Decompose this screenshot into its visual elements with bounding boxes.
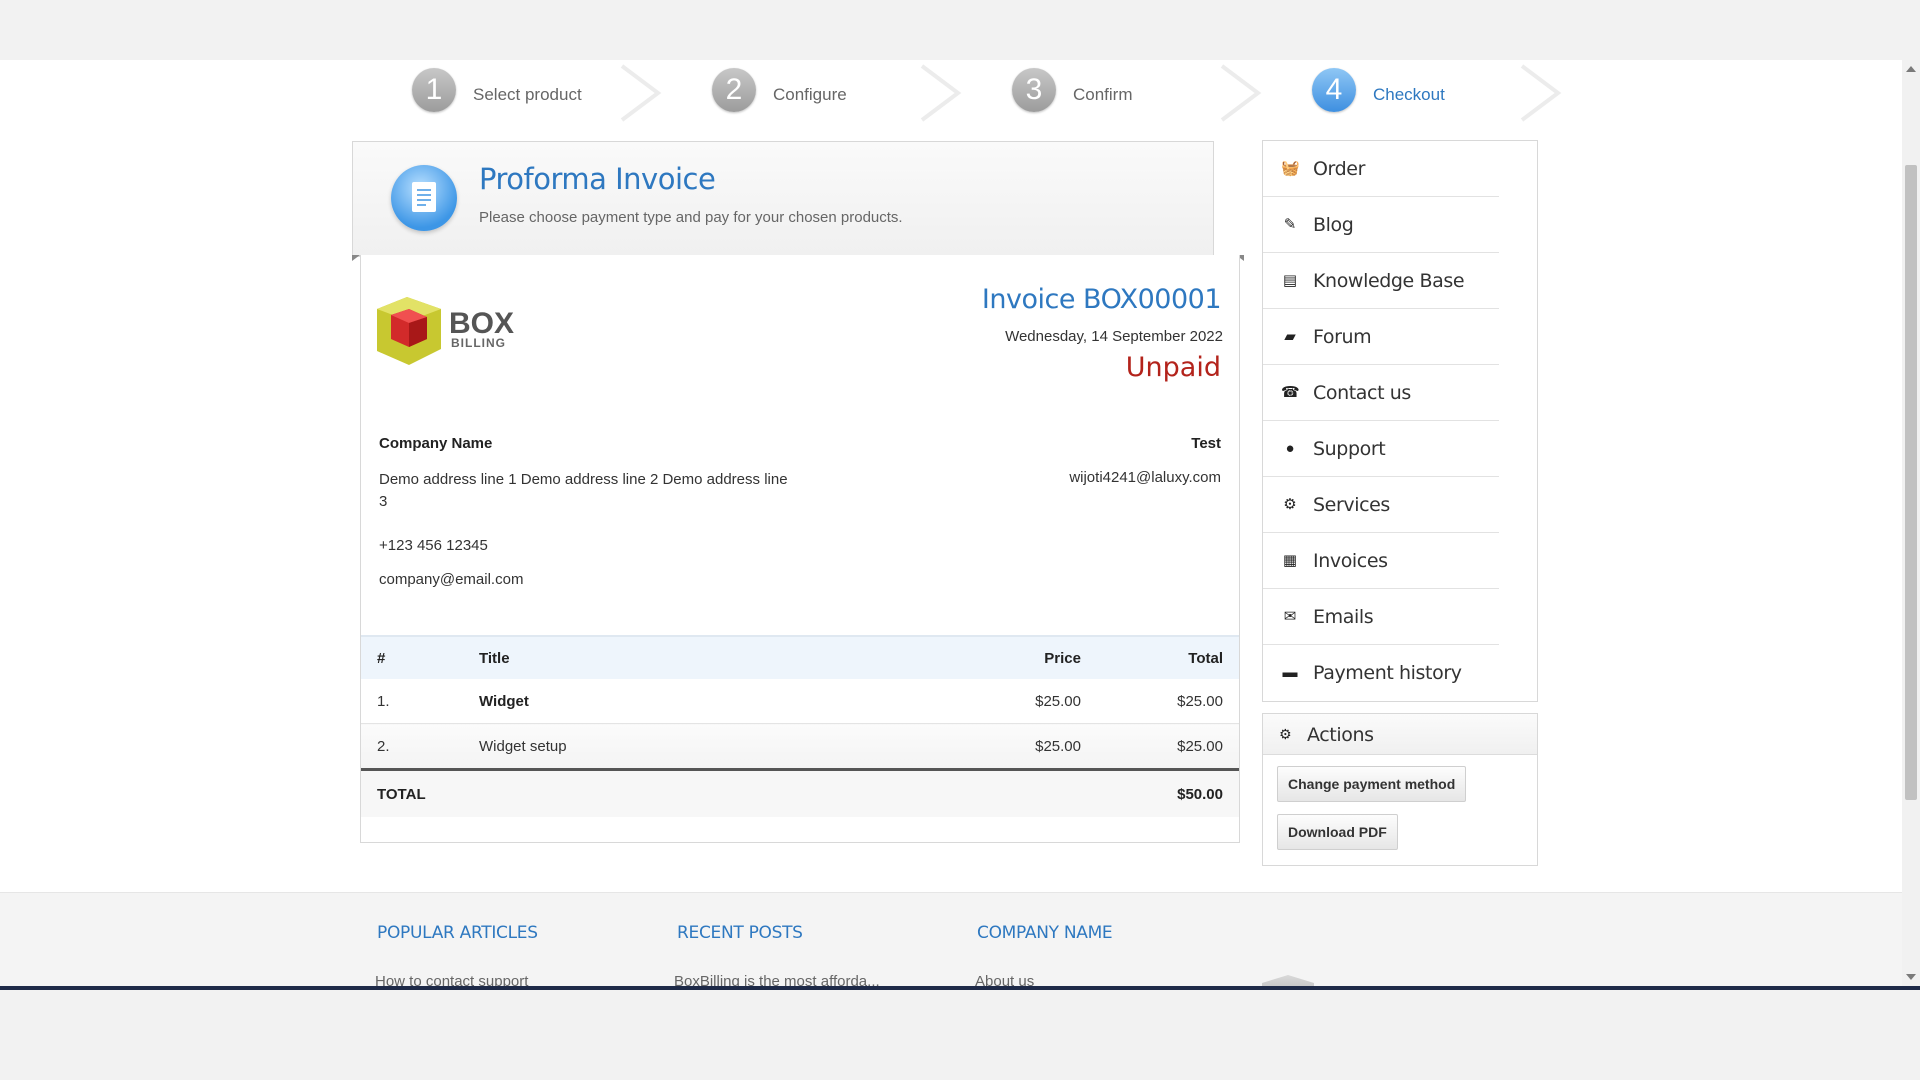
seller-email: company@email.com [379, 571, 524, 588]
sidebar-item-payment-history[interactable]: ▬ Payment history [1263, 645, 1499, 700]
step-number: 1 [412, 68, 456, 112]
checkout-steps: 1 Select product 2 Configure 3 Confirm 4… [352, 60, 1562, 128]
total-row: TOTAL $50.00 [361, 769, 1239, 817]
item-total: $25.00 [1082, 679, 1239, 724]
step-chevron-icon [1520, 64, 1562, 122]
scroll-up-icon[interactable] [1906, 66, 1916, 72]
change-payment-method-button[interactable]: Change payment method [1277, 766, 1467, 802]
step-number: 3 [1012, 68, 1056, 112]
boxbilling-logo: BOX BILLING [377, 297, 514, 365]
ribbon-corner-left [352, 255, 360, 261]
step-checkout[interactable]: 4 Checkout [1252, 60, 1562, 128]
step-label: Checkout [1373, 85, 1445, 104]
sidebar-item-contact-us[interactable]: ☎ Contact us [1263, 365, 1499, 421]
sidebar-item-label: Knowledge Base [1313, 270, 1465, 292]
step-number: 4 [1312, 68, 1356, 112]
scrollbar-thumb[interactable] [1905, 165, 1917, 800]
item-price: $25.00 [920, 679, 1082, 724]
invoice-number: Invoice BOX00001 [981, 284, 1222, 315]
step-label: Confirm [1073, 85, 1133, 104]
buyer-name: Test [1191, 435, 1221, 452]
seller-name: Company Name [379, 435, 493, 452]
table-row: 1. Widget $25.00 $25.00 [361, 679, 1239, 724]
scroll-down-icon[interactable] [1906, 974, 1916, 980]
sidebar-item-invoices[interactable]: ▦ Invoices [1263, 533, 1499, 589]
gears-icon: ⚙ [1283, 496, 1297, 513]
sidebar-item-support[interactable]: ● Support [1263, 421, 1499, 477]
footer-heading-recent: RECENT POSTS [677, 923, 803, 943]
footer-heading-company: COMPANY NAME [977, 923, 1113, 943]
column-header: Title [478, 635, 920, 679]
step-confirm[interactable]: 3 Confirm [952, 60, 1262, 128]
sidebar-item-label: Forum [1313, 326, 1372, 348]
money-icon: ▬ [1282, 664, 1298, 681]
item-title: Widget [478, 679, 920, 724]
step-number: 2 [712, 68, 756, 112]
total-label: TOTAL [361, 769, 478, 817]
column-header: Total [1082, 635, 1239, 679]
window-bottom-area [0, 990, 1920, 1080]
item-number: 2. [361, 723, 478, 771]
page-title: Proforma Invoice [479, 162, 716, 196]
sidebar-item-order[interactable]: 🧺 Order [1263, 141, 1499, 197]
page-subtitle: Please choose payment type and pay for y… [479, 209, 903, 226]
chat-icon: ▰ [1284, 328, 1296, 345]
step-select-product[interactable]: 1 Select product [352, 60, 662, 128]
table-row: 2. Widget setup $25.00 $25.00 [361, 723, 1239, 771]
user-support-icon: ● [1285, 440, 1295, 457]
gears-icon: ⚙ [1279, 726, 1292, 742]
item-title: Widget setup [478, 723, 920, 771]
step-label: Configure [773, 85, 847, 104]
column-header: Price [920, 635, 1082, 679]
footer: POPULAR ARTICLES How to contact support … [0, 892, 1920, 990]
sidebar-item-label: Emails [1313, 606, 1374, 628]
sidebar-item-label: Blog [1313, 214, 1354, 236]
svg-text:BILLING: BILLING [451, 336, 506, 350]
sidebar-item-services[interactable]: ⚙ Services [1263, 477, 1499, 533]
sidebar-item-label: Services [1313, 494, 1390, 516]
sidebar-item-label: Contact us [1313, 382, 1411, 404]
invoice-date: Wednesday, 14 September 2022 [1005, 328, 1223, 345]
footer-heading-popular: POPULAR ARTICLES [377, 923, 538, 943]
edit-icon: ✎ [1283, 216, 1297, 233]
sidebar-item-label: Invoices [1313, 550, 1388, 572]
table-header-row: # Title Price Total [361, 635, 1239, 679]
sidebar-item-knowledge-base[interactable]: ▤ Knowledge Base [1263, 253, 1499, 309]
vertical-scrollbar[interactable] [1902, 60, 1920, 986]
basket-icon: 🧺 [1281, 160, 1300, 177]
sidebar-item-emails[interactable]: ✉ Emails [1263, 589, 1499, 645]
sidebar-item-label: Support [1313, 438, 1386, 460]
seller-phone: +123 456 12345 [379, 537, 488, 554]
item-total: $25.00 [1082, 723, 1239, 771]
item-price: $25.00 [920, 723, 1082, 771]
step-label: Select product [473, 85, 582, 104]
sidebar-item-blog[interactable]: ✎ Blog [1263, 197, 1499, 253]
download-pdf-button[interactable]: Download PDF [1277, 814, 1398, 850]
actions-panel: ⚙ Actions Change payment method Download… [1262, 713, 1538, 866]
invoice-document-icon [391, 165, 457, 231]
column-header: # [361, 635, 478, 679]
step-configure[interactable]: 2 Configure [652, 60, 962, 128]
invoice-icon: ▦ [1282, 552, 1298, 569]
total-value: $50.00 [1082, 769, 1239, 817]
invoice-status: Unpaid [1125, 352, 1221, 383]
phone-icon: ☎ [1281, 384, 1300, 401]
actions-header: ⚙ Actions [1263, 714, 1537, 755]
sidebar-item-label: Order [1313, 158, 1365, 180]
item-number: 1. [361, 679, 478, 724]
invoice-panel: BOX BILLING Invoice BOX00001 Wednesday, … [360, 255, 1240, 843]
buyer-email: wijoti4241@laluxy.com [1069, 469, 1221, 486]
envelope-icon: ✉ [1283, 608, 1297, 625]
seller-address: Demo address line 1 Demo address line 2 … [379, 471, 788, 510]
invoice-header-card: Proforma Invoice Please choose payment t… [352, 141, 1214, 257]
book-icon: ▤ [1282, 272, 1298, 289]
sidebar-item-label: Payment history [1313, 662, 1462, 684]
sidebar-item-forum[interactable]: ▰ Forum [1263, 309, 1499, 365]
sidebar-menu: 🧺 Order ✎ Blog ▤ Knowledge Base ▰ Forum … [1262, 140, 1538, 702]
actions-title: Actions [1307, 724, 1374, 746]
invoice-items-table: # Title Price Total 1. Widget $25.00 $25… [361, 635, 1239, 817]
page-viewport: 1 Select product 2 Configure 3 Confirm 4… [0, 60, 1920, 990]
